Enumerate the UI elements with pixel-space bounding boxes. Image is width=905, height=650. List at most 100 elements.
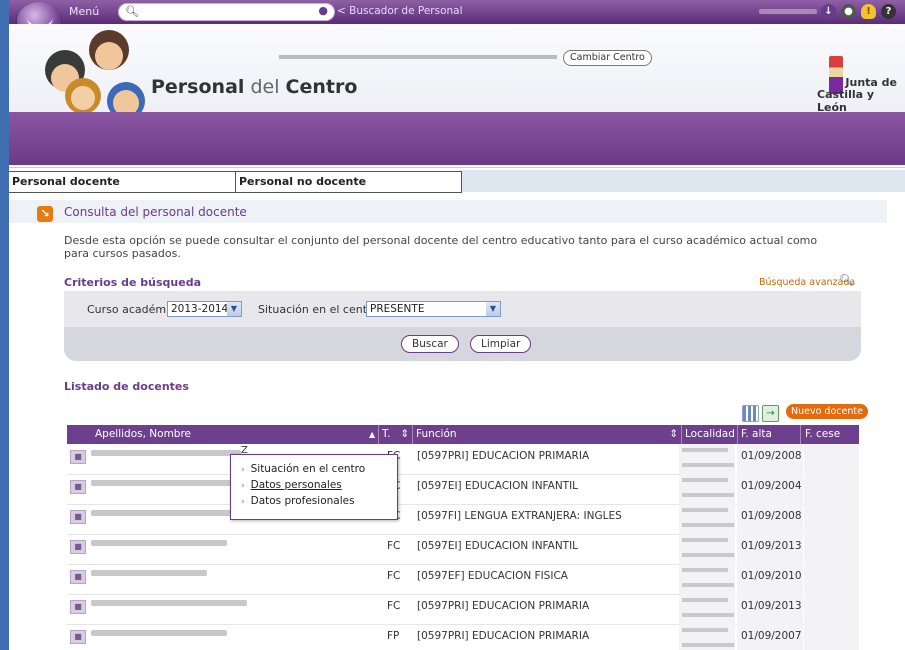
nuevo-docente-button[interactable]: Nuevo docente bbox=[786, 404, 868, 419]
cell-t: FC bbox=[387, 540, 401, 552]
table-row[interactable]: ■ FC [0597EF] EDUCACION FISICA 01/09/2010 bbox=[67, 564, 859, 595]
search-input[interactable]: 🔍︎ ● bbox=[118, 3, 335, 21]
limpiar-button[interactable]: Limpiar bbox=[470, 335, 532, 353]
table-row[interactable]: ■ FP [0597PRI] EDUCACION PRIMARIA 01/09/200… bbox=[67, 624, 859, 650]
col-funcion[interactable]: Función ⇕ bbox=[412, 425, 681, 444]
cell-fcese bbox=[804, 504, 859, 534]
cell-localidad bbox=[679, 504, 735, 534]
person-search-icon[interactable]: ● bbox=[318, 4, 328, 17]
cell-falta: 01/09/2008 bbox=[737, 444, 803, 474]
chevron-right-icon: › bbox=[241, 465, 245, 475]
junta-castilla-leon-logo: Junta de Castilla y León bbox=[817, 52, 897, 114]
header-band bbox=[9, 112, 905, 165]
cell-t: FP bbox=[387, 630, 400, 642]
cell-funcion: [0597PRI] EDUCACION PRIMARIA bbox=[417, 450, 590, 462]
cell-funcion: [0597PRI] EDUCACION PRIMARIA bbox=[417, 600, 590, 612]
section-description: Desde esta opción se puede consultar el … bbox=[64, 234, 818, 260]
table-row[interactable]: ■MFC[0597FI] LENGUA EXTRANJERA: INGLES01… bbox=[67, 504, 859, 535]
name-redacted bbox=[91, 570, 207, 576]
columns-icon[interactable] bbox=[742, 405, 759, 422]
page-title: Personal del Centro bbox=[151, 76, 358, 98]
menu-item-datos-profesionales[interactable]: › Datos profesionales bbox=[241, 495, 355, 507]
buscar-button[interactable]: Buscar bbox=[401, 335, 459, 353]
chevron-down-icon: ▼ bbox=[486, 302, 500, 316]
search-panel: Curso académico: 2013-2014 ▼ Situación e… bbox=[64, 291, 861, 361]
lightbulb-icon[interactable]: ! bbox=[861, 4, 876, 19]
menu-item-datos-personales[interactable]: › Datos personales bbox=[241, 479, 342, 491]
cell-localidad bbox=[679, 594, 735, 624]
center-name-redacted bbox=[279, 55, 557, 59]
cell-falta: 01/09/2010 bbox=[737, 564, 803, 594]
person-card-icon[interactable]: ■ bbox=[70, 510, 86, 524]
menu-item-situacion[interactable]: › Situación en el centro bbox=[241, 463, 365, 475]
person-card-icon[interactable]: ■ bbox=[70, 450, 86, 464]
cell-fcese bbox=[804, 594, 859, 624]
col-localidad[interactable]: Localidad⇕ bbox=[681, 425, 739, 459]
table-row[interactable]: ■FC[0597EI] EDUCACION INFANTIL01/09/2004 bbox=[67, 474, 859, 505]
col-nombre[interactable]: Apellidos, Nombre bbox=[95, 425, 191, 444]
cell-fcese bbox=[804, 624, 859, 650]
buscador-personal-link[interactable]: < Buscador de Personal bbox=[337, 5, 463, 17]
download-icon[interactable]: ↓ bbox=[821, 4, 836, 19]
sort-asc-icon[interactable]: ▲ bbox=[369, 425, 375, 444]
situacion-select[interactable]: PRESENTE ▼ bbox=[366, 301, 501, 317]
tab-personal-docente[interactable]: Personal docente bbox=[9, 171, 237, 193]
tab-personal-no-docente[interactable]: Personal no docente bbox=[235, 171, 462, 193]
sort-icon: ⇕ bbox=[669, 428, 678, 440]
cell-fcese bbox=[804, 564, 859, 594]
person-card-icon[interactable]: ■ bbox=[70, 570, 86, 584]
export-icon[interactable]: → bbox=[762, 405, 779, 422]
criteria-title: Criterios de búsqueda bbox=[64, 276, 201, 289]
row-context-menu: › Situación en el centro › Datos personale… bbox=[230, 454, 398, 520]
top-bar: Menú 🔍︎ ● < Buscador de Personal ↓ ● ! ? bbox=[9, 0, 905, 24]
name-redacted bbox=[91, 600, 247, 606]
tab-bar: Personal docente Personal no docente bbox=[9, 167, 905, 193]
section-title: Consulta del personal docente bbox=[64, 205, 247, 219]
cell-falta: 01/09/2007 bbox=[737, 624, 803, 650]
table-row[interactable]: ■ZFC[0597PRI] EDUCACION PRIMARIA01/09/20… bbox=[67, 444, 859, 475]
curso-select[interactable]: 2013-2014 ▼ bbox=[167, 301, 242, 317]
name-redacted bbox=[91, 450, 241, 456]
person-card-icon[interactable]: ■ bbox=[70, 600, 86, 614]
user-name-redacted bbox=[759, 9, 817, 14]
cell-localidad bbox=[679, 564, 735, 594]
chevron-right-icon: › bbox=[241, 481, 245, 491]
situacion-label: Situación en el centro: bbox=[258, 303, 382, 316]
cell-falta: 01/09/2004 bbox=[737, 474, 803, 504]
window-frame-left bbox=[0, 0, 9, 650]
cell-funcion: [0597FI] LENGUA EXTRANJERA: INGLES bbox=[417, 510, 622, 522]
col-t[interactable]: T. ⇕ bbox=[378, 425, 412, 444]
help-icon[interactable]: ● bbox=[841, 4, 856, 19]
cell-t: FC bbox=[387, 600, 401, 612]
cell-localidad bbox=[679, 474, 735, 504]
cell-t: FC bbox=[387, 570, 401, 582]
chevron-right-icon: › bbox=[241, 497, 245, 507]
name-redacted bbox=[91, 480, 239, 486]
name-redacted bbox=[91, 630, 227, 636]
person-card-icon[interactable]: ■ bbox=[70, 480, 86, 494]
sort-icon: ⇕ bbox=[400, 428, 409, 440]
cell-localidad bbox=[679, 444, 735, 474]
cell-fcese bbox=[804, 534, 859, 564]
col-fcese[interactable]: F. cese bbox=[800, 425, 863, 444]
table-row[interactable]: ■ FC [0597PRI] EDUCACION PRIMARIA 01/09/201… bbox=[67, 594, 859, 625]
advanced-search-icon[interactable]: 🔍︎ bbox=[839, 273, 854, 287]
cell-funcion: [0597PRI] EDUCACION PRIMARIA bbox=[417, 630, 590, 642]
name-redacted bbox=[91, 540, 227, 546]
arrow-right-icon: ↘ bbox=[37, 206, 53, 222]
table-row[interactable]: ■ FC [0597EI] EDUCACION INFANTIL 01/09/2013 bbox=[67, 534, 859, 565]
cell-fcese bbox=[804, 444, 859, 474]
table-header: Apellidos, Nombre ▲ T. ⇕ Función ⇕ Locali… bbox=[67, 425, 859, 459]
cell-funcion: [0597EI] EDUCACION INFANTIL bbox=[417, 480, 579, 492]
question-icon[interactable]: ? bbox=[881, 4, 896, 19]
search-icon: 🔍︎ bbox=[125, 5, 139, 18]
col-falta[interactable]: F. alta bbox=[737, 425, 801, 444]
person-card-icon[interactable]: ■ bbox=[70, 630, 86, 644]
cell-falta: 01/09/2013 bbox=[737, 594, 803, 624]
person-card-icon[interactable]: ■ bbox=[70, 540, 86, 554]
cambiar-centro-button[interactable]: Cambiar Centro bbox=[563, 50, 652, 66]
cell-falta: 01/09/2008 bbox=[737, 504, 803, 534]
cell-localidad bbox=[679, 624, 735, 650]
cell-funcion: [0597EI] EDUCACION INFANTIL bbox=[417, 540, 579, 552]
menu-button[interactable]: Menú bbox=[69, 5, 99, 18]
